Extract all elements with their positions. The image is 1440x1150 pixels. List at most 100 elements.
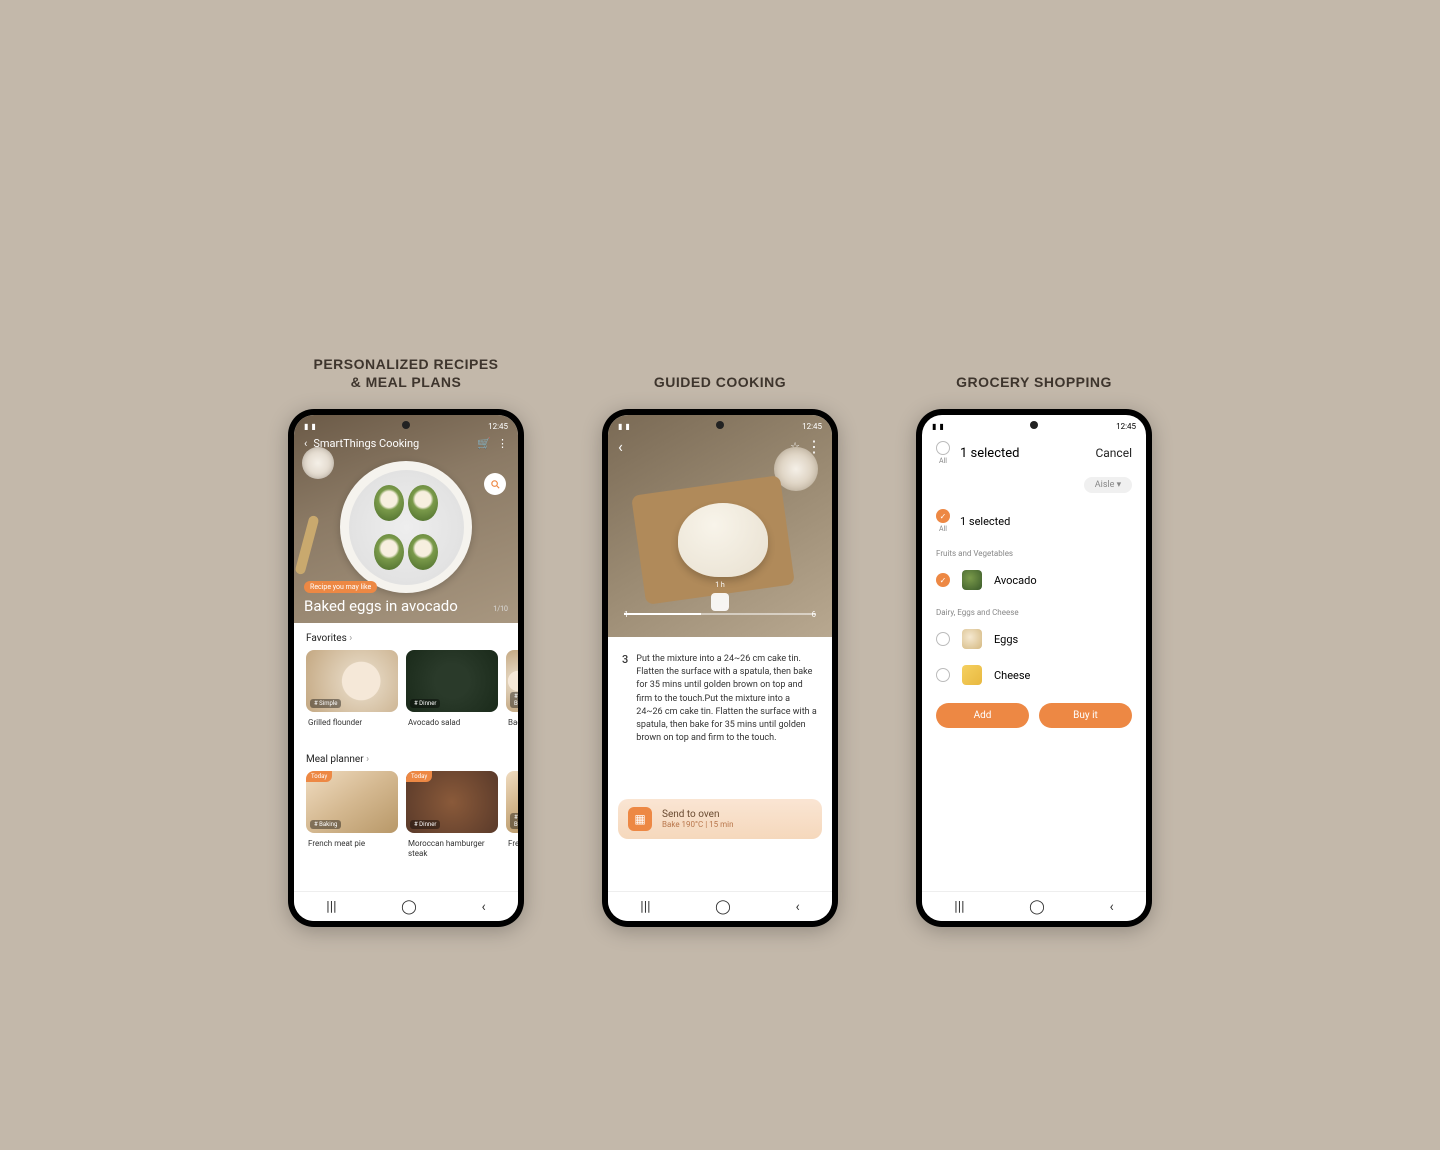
meals-scroller[interactable]: Today # Baking French meat pie Today # Din… [294, 771, 518, 874]
recipe-card[interactable]: Today # Baking French meat pie [306, 771, 398, 864]
android-nav: ||| ◯ ‹ [294, 891, 518, 921]
item-name: Cheese [994, 669, 1030, 682]
item-name: Eggs [994, 633, 1018, 646]
nav-recents-icon[interactable]: ||| [640, 899, 650, 915]
recipe-card[interactable]: Today # Dinner Moroccan hamburger steak [406, 771, 498, 864]
category-fruits-veg: Fruits and Vegetables [922, 539, 1146, 562]
cooking-step: 3 Put the mixture into a 24~26 cm cake t… [608, 637, 832, 754]
favorites-scroller[interactable]: # Simple Grilled flounder # Dinner Avoca… [294, 650, 518, 744]
battery-icon: ▮ [625, 422, 629, 431]
status-bar: ▮▮ 12:45 [294, 417, 518, 435]
card-label: Avocado salad [406, 712, 498, 734]
nav-recents-icon[interactable]: ||| [954, 899, 964, 915]
clock: 12:45 [1116, 422, 1136, 431]
battery-icon: ▮ [939, 422, 943, 431]
oven-action-title: Send to oven [662, 809, 734, 820]
nav-recents-icon[interactable]: ||| [326, 899, 336, 915]
recipe-card[interactable]: # Simple Grilled flounder [306, 650, 398, 734]
section-select-checkbox[interactable]: ✓ [936, 509, 950, 523]
android-nav: ||| ◯ ‹ [608, 891, 832, 921]
list-item[interactable]: ✓ Avocado [922, 562, 1146, 598]
column-title-shopping: GROCERY SHOPPING [956, 373, 1112, 391]
oven-icon: ▦ [628, 807, 652, 831]
phone-cooking: ▮▮ 12:45 ‹ ☆ ⋮ 1 h [602, 409, 838, 927]
buy-button[interactable]: Buy it [1039, 703, 1132, 728]
cancel-button[interactable]: Cancel [1095, 446, 1132, 460]
clock: 12:45 [802, 422, 822, 431]
column-title-recipes: PERSONALIZED RECIPES & MEAL PLANS [313, 355, 498, 391]
nav-home-icon[interactable]: ◯ [401, 899, 417, 915]
page-dots [608, 643, 832, 647]
section-all-label: All [939, 525, 947, 533]
recipe-badge: Recipe you may like [304, 581, 377, 593]
step-duration: 1 h [715, 581, 725, 589]
section-selected-count: 1 selected [960, 515, 1010, 528]
list-item[interactable]: Cheese [922, 657, 1146, 693]
search-icon [490, 479, 501, 490]
status-bar: ▮▮ 12:45 [608, 417, 832, 435]
oven-step-icon [711, 593, 729, 611]
recipe-hero[interactable]: ‹ SmartThings Cooking 🛒 ⋮ [294, 415, 518, 623]
mealplanner-header[interactable]: Meal planner [294, 744, 518, 771]
cart-icon[interactable]: 🛒 [477, 437, 491, 450]
card-label: Grilled flounder [306, 712, 398, 734]
signal-icon: ▮ [304, 422, 308, 431]
select-all-radio[interactable] [936, 441, 950, 455]
nav-home-icon[interactable]: ◯ [715, 899, 731, 915]
nav-back-icon[interactable]: ‹ [1109, 899, 1113, 915]
hero-garnish-bowl [302, 447, 334, 479]
selection-count: 1 selected [960, 446, 1085, 461]
card-tag: # B [510, 692, 518, 708]
card-tag: # Baking [310, 820, 341, 829]
back-icon[interactable]: ‹ [618, 437, 623, 456]
dough [678, 503, 768, 577]
step-timeline[interactable]: 1 h 16 [624, 599, 816, 619]
send-to-oven-button[interactable]: ▦ Send to oven Bake 190°C | 15 min [618, 799, 822, 839]
item-checkbox[interactable] [936, 632, 950, 646]
oven-action-subtitle: Bake 190°C | 15 min [662, 820, 734, 829]
phone-recipes: ▮▮ 12:45 ‹ SmartThings Cooking 🛒 ⋮ [288, 409, 524, 927]
battery-icon: ▮ [311, 422, 315, 431]
avocado-icon [962, 570, 982, 590]
card-label: Fren [506, 833, 518, 855]
clock: 12:45 [488, 422, 508, 431]
item-checkbox-checked[interactable]: ✓ [936, 573, 950, 587]
timeline-end: 6 [812, 610, 817, 619]
add-button[interactable]: Add [936, 703, 1029, 728]
nav-back-icon[interactable]: ‹ [795, 899, 799, 915]
app-title: SmartThings Cooking [313, 437, 419, 450]
favorites-header[interactable]: Favorites [294, 623, 518, 650]
recipe-title: Baked eggs in avocado [304, 597, 508, 615]
aisle-dropdown[interactable]: Aisle ▾ [1084, 477, 1132, 493]
search-button[interactable] [484, 473, 506, 495]
back-icon[interactable]: ‹ [304, 437, 307, 450]
card-tag: # Simple [310, 699, 341, 708]
select-all-label: All [939, 457, 947, 465]
card-label: Bac [506, 712, 518, 734]
recipe-card[interactable]: # Dinner Avocado salad [406, 650, 498, 734]
card-label: Moroccan hamburger steak [406, 833, 498, 864]
category-dairy: Dairy, Eggs and Cheese [922, 598, 1146, 621]
status-bar: ▮▮ 12:45 [922, 417, 1146, 435]
recipe-card[interactable]: # B Bac [506, 650, 518, 734]
item-checkbox[interactable] [936, 668, 950, 682]
hero-spoon [294, 515, 319, 576]
card-label: French meat pie [306, 833, 398, 855]
timeline-start: 1 [624, 610, 629, 619]
nav-home-icon[interactable]: ◯ [1029, 899, 1045, 915]
recipe-card[interactable]: # B Fren [506, 771, 518, 864]
signal-icon: ▮ [932, 422, 936, 431]
cheese-icon [962, 665, 982, 685]
nav-back-icon[interactable]: ‹ [481, 899, 485, 915]
card-tag: # Dinner [410, 820, 440, 829]
signal-icon: ▮ [618, 422, 622, 431]
more-icon[interactable]: ⋮ [497, 437, 508, 450]
section-select-row: ✓ All 1 selected [922, 503, 1146, 539]
step-instructions: Put the mixture into a 24~26 cm cake tin… [636, 653, 818, 744]
today-badge: Today [306, 771, 332, 782]
list-item[interactable]: Eggs [922, 621, 1146, 657]
card-tag: # B [510, 813, 518, 829]
eggs-icon [962, 629, 982, 649]
cooking-hero: ‹ ☆ ⋮ 1 h 16 [608, 415, 832, 637]
today-badge: Today [406, 771, 432, 782]
